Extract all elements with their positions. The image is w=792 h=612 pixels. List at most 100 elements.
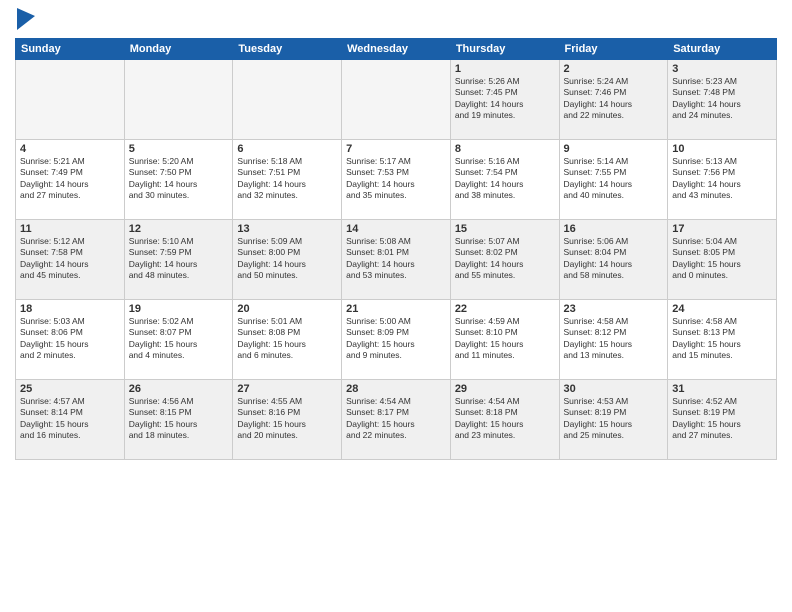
page-header <box>15 10 777 30</box>
weekday-header: Wednesday <box>342 39 451 60</box>
day-info: Sunrise: 4:58 AM Sunset: 8:12 PM Dayligh… <box>564 316 664 362</box>
day-info: Sunrise: 4:53 AM Sunset: 8:19 PM Dayligh… <box>564 396 664 442</box>
calendar-table: SundayMondayTuesdayWednesdayThursdayFrid… <box>15 38 777 460</box>
day-info: Sunrise: 5:17 AM Sunset: 7:53 PM Dayligh… <box>346 156 446 202</box>
calendar-cell: 14Sunrise: 5:08 AM Sunset: 8:01 PM Dayli… <box>342 220 451 300</box>
day-number: 4 <box>20 143 120 155</box>
calendar-cell: 22Sunrise: 4:59 AM Sunset: 8:10 PM Dayli… <box>450 300 559 380</box>
day-number: 26 <box>129 383 229 395</box>
day-info: Sunrise: 5:08 AM Sunset: 8:01 PM Dayligh… <box>346 236 446 282</box>
day-number: 19 <box>129 303 229 315</box>
calendar-week-row: 25Sunrise: 4:57 AM Sunset: 8:14 PM Dayli… <box>16 380 777 460</box>
day-number: 27 <box>237 383 337 395</box>
calendar-cell: 9Sunrise: 5:14 AM Sunset: 7:55 PM Daylig… <box>559 140 668 220</box>
weekday-header: Tuesday <box>233 39 342 60</box>
calendar-week-row: 11Sunrise: 5:12 AM Sunset: 7:58 PM Dayli… <box>16 220 777 300</box>
calendar-cell: 24Sunrise: 4:58 AM Sunset: 8:13 PM Dayli… <box>668 300 777 380</box>
day-info: Sunrise: 5:21 AM Sunset: 7:49 PM Dayligh… <box>20 156 120 202</box>
day-info: Sunrise: 4:57 AM Sunset: 8:14 PM Dayligh… <box>20 396 120 442</box>
calendar-cell: 16Sunrise: 5:06 AM Sunset: 8:04 PM Dayli… <box>559 220 668 300</box>
day-info: Sunrise: 4:59 AM Sunset: 8:10 PM Dayligh… <box>455 316 555 362</box>
day-number: 14 <box>346 223 446 235</box>
logo-icon <box>17 8 35 30</box>
calendar-cell: 30Sunrise: 4:53 AM Sunset: 8:19 PM Dayli… <box>559 380 668 460</box>
calendar-cell <box>342 60 451 140</box>
calendar-week-row: 18Sunrise: 5:03 AM Sunset: 8:06 PM Dayli… <box>16 300 777 380</box>
calendar-cell: 17Sunrise: 5:04 AM Sunset: 8:05 PM Dayli… <box>668 220 777 300</box>
day-number: 1 <box>455 63 555 75</box>
day-number: 8 <box>455 143 555 155</box>
calendar-cell: 1Sunrise: 5:26 AM Sunset: 7:45 PM Daylig… <box>450 60 559 140</box>
calendar-cell: 15Sunrise: 5:07 AM Sunset: 8:02 PM Dayli… <box>450 220 559 300</box>
weekday-header: Sunday <box>16 39 125 60</box>
day-number: 25 <box>20 383 120 395</box>
day-info: Sunrise: 5:23 AM Sunset: 7:48 PM Dayligh… <box>672 76 772 122</box>
day-info: Sunrise: 5:04 AM Sunset: 8:05 PM Dayligh… <box>672 236 772 282</box>
day-number: 30 <box>564 383 664 395</box>
calendar-cell: 29Sunrise: 4:54 AM Sunset: 8:18 PM Dayli… <box>450 380 559 460</box>
day-number: 2 <box>564 63 664 75</box>
day-info: Sunrise: 5:18 AM Sunset: 7:51 PM Dayligh… <box>237 156 337 202</box>
day-info: Sunrise: 5:16 AM Sunset: 7:54 PM Dayligh… <box>455 156 555 202</box>
day-number: 24 <box>672 303 772 315</box>
day-number: 29 <box>455 383 555 395</box>
calendar-cell: 18Sunrise: 5:03 AM Sunset: 8:06 PM Dayli… <box>16 300 125 380</box>
day-info: Sunrise: 5:09 AM Sunset: 8:00 PM Dayligh… <box>237 236 337 282</box>
day-number: 31 <box>672 383 772 395</box>
day-number: 20 <box>237 303 337 315</box>
day-info: Sunrise: 5:06 AM Sunset: 8:04 PM Dayligh… <box>564 236 664 282</box>
weekday-header: Saturday <box>668 39 777 60</box>
day-number: 22 <box>455 303 555 315</box>
day-number: 15 <box>455 223 555 235</box>
calendar-cell: 10Sunrise: 5:13 AM Sunset: 7:56 PM Dayli… <box>668 140 777 220</box>
calendar-cell: 7Sunrise: 5:17 AM Sunset: 7:53 PM Daylig… <box>342 140 451 220</box>
day-number: 12 <box>129 223 229 235</box>
calendar-cell: 5Sunrise: 5:20 AM Sunset: 7:50 PM Daylig… <box>124 140 233 220</box>
calendar-cell: 28Sunrise: 4:54 AM Sunset: 8:17 PM Dayli… <box>342 380 451 460</box>
calendar-cell: 27Sunrise: 4:55 AM Sunset: 8:16 PM Dayli… <box>233 380 342 460</box>
day-number: 10 <box>672 143 772 155</box>
calendar-cell: 21Sunrise: 5:00 AM Sunset: 8:09 PM Dayli… <box>342 300 451 380</box>
day-number: 28 <box>346 383 446 395</box>
calendar-cell <box>233 60 342 140</box>
calendar-cell: 12Sunrise: 5:10 AM Sunset: 7:59 PM Dayli… <box>124 220 233 300</box>
day-info: Sunrise: 5:12 AM Sunset: 7:58 PM Dayligh… <box>20 236 120 282</box>
weekday-header: Monday <box>124 39 233 60</box>
day-info: Sunrise: 5:14 AM Sunset: 7:55 PM Dayligh… <box>564 156 664 202</box>
calendar-cell: 6Sunrise: 5:18 AM Sunset: 7:51 PM Daylig… <box>233 140 342 220</box>
calendar-cell: 25Sunrise: 4:57 AM Sunset: 8:14 PM Dayli… <box>16 380 125 460</box>
logo <box>15 10 35 30</box>
calendar-cell: 31Sunrise: 4:52 AM Sunset: 8:19 PM Dayli… <box>668 380 777 460</box>
calendar-cell <box>16 60 125 140</box>
weekday-header: Thursday <box>450 39 559 60</box>
day-number: 21 <box>346 303 446 315</box>
calendar-cell: 8Sunrise: 5:16 AM Sunset: 7:54 PM Daylig… <box>450 140 559 220</box>
day-number: 23 <box>564 303 664 315</box>
calendar-week-row: 1Sunrise: 5:26 AM Sunset: 7:45 PM Daylig… <box>16 60 777 140</box>
day-info: Sunrise: 5:03 AM Sunset: 8:06 PM Dayligh… <box>20 316 120 362</box>
day-number: 11 <box>20 223 120 235</box>
calendar-cell: 19Sunrise: 5:02 AM Sunset: 8:07 PM Dayli… <box>124 300 233 380</box>
calendar-cell: 13Sunrise: 5:09 AM Sunset: 8:00 PM Dayli… <box>233 220 342 300</box>
day-number: 18 <box>20 303 120 315</box>
day-info: Sunrise: 4:58 AM Sunset: 8:13 PM Dayligh… <box>672 316 772 362</box>
day-info: Sunrise: 5:10 AM Sunset: 7:59 PM Dayligh… <box>129 236 229 282</box>
weekday-header: Friday <box>559 39 668 60</box>
calendar-cell: 20Sunrise: 5:01 AM Sunset: 8:08 PM Dayli… <box>233 300 342 380</box>
day-info: Sunrise: 4:54 AM Sunset: 8:17 PM Dayligh… <box>346 396 446 442</box>
weekday-header-row: SundayMondayTuesdayWednesdayThursdayFrid… <box>16 39 777 60</box>
day-number: 3 <box>672 63 772 75</box>
day-number: 5 <box>129 143 229 155</box>
day-number: 6 <box>237 143 337 155</box>
calendar-cell: 11Sunrise: 5:12 AM Sunset: 7:58 PM Dayli… <box>16 220 125 300</box>
day-info: Sunrise: 5:26 AM Sunset: 7:45 PM Dayligh… <box>455 76 555 122</box>
day-info: Sunrise: 4:55 AM Sunset: 8:16 PM Dayligh… <box>237 396 337 442</box>
day-info: Sunrise: 4:56 AM Sunset: 8:15 PM Dayligh… <box>129 396 229 442</box>
day-info: Sunrise: 5:13 AM Sunset: 7:56 PM Dayligh… <box>672 156 772 202</box>
calendar-week-row: 4Sunrise: 5:21 AM Sunset: 7:49 PM Daylig… <box>16 140 777 220</box>
day-info: Sunrise: 4:52 AM Sunset: 8:19 PM Dayligh… <box>672 396 772 442</box>
calendar-page: SundayMondayTuesdayWednesdayThursdayFrid… <box>0 0 792 612</box>
day-number: 17 <box>672 223 772 235</box>
day-number: 13 <box>237 223 337 235</box>
calendar-cell: 26Sunrise: 4:56 AM Sunset: 8:15 PM Dayli… <box>124 380 233 460</box>
